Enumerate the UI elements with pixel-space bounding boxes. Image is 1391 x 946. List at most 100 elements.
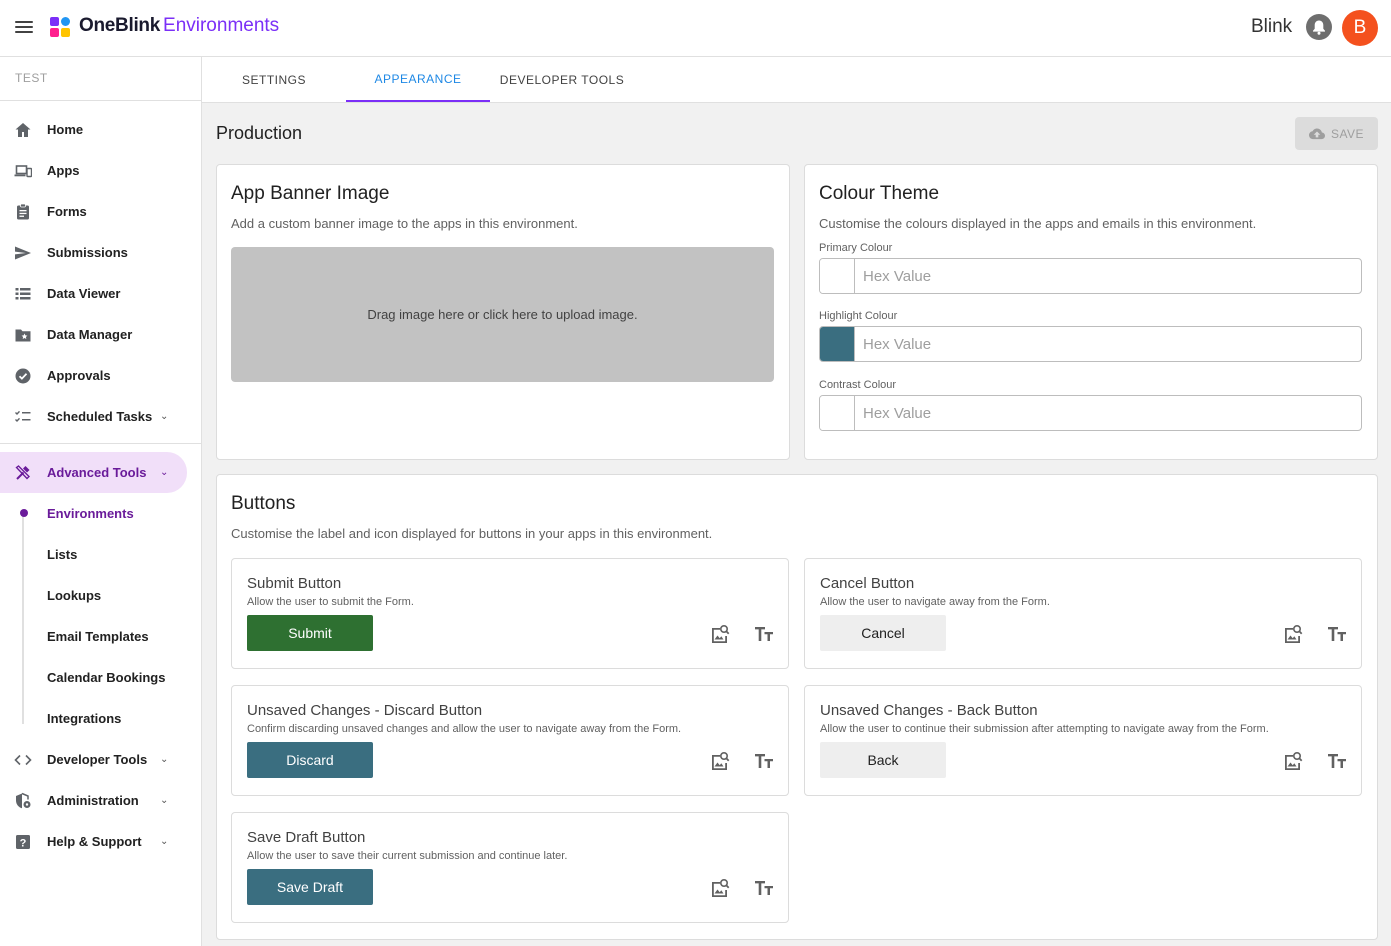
list-icon	[15, 288, 31, 300]
text-size-icon[interactable]	[753, 877, 775, 899]
text-size-icon[interactable]	[1326, 623, 1348, 645]
top-app-bar: OneBlink Environments Blink B	[0, 0, 1391, 57]
tab-appearance[interactable]: APPEARANCE	[346, 57, 490, 102]
devices-icon	[14, 165, 32, 178]
config-title: Submit Button	[247, 575, 342, 592]
text-size-icon[interactable]	[1326, 750, 1348, 772]
save-button[interactable]: SAVE	[1295, 117, 1378, 150]
sidebar-item-administration[interactable]: Administration ⌄	[0, 780, 187, 821]
admin-shield-icon	[16, 792, 31, 809]
sidebar-item-label: Data Viewer	[47, 286, 121, 301]
organisation-name: Blink	[1251, 16, 1293, 37]
submit-preview-button[interactable]: Submit	[247, 615, 373, 651]
sidebar-item-label: Email Templates	[47, 629, 149, 644]
sidebar-item-submissions[interactable]: Submissions	[0, 232, 187, 273]
sidebar-item-data-viewer[interactable]: Data Viewer	[0, 273, 187, 314]
sidebar-item-lists[interactable]: Lists	[0, 534, 187, 575]
sidebar-item-label: Approvals	[47, 368, 111, 383]
checklist-icon	[15, 410, 31, 422]
sidebar-item-lookups[interactable]: Lookups	[0, 575, 187, 616]
image-search-icon[interactable]	[709, 750, 731, 772]
code-icon	[14, 754, 32, 766]
config-description: Confirm discarding unsaved changes and a…	[247, 723, 682, 735]
environment-tabs: SETTINGS APPEARANCE DEVELOPER TOOLS	[202, 57, 1391, 103]
contrast-colour-swatch[interactable]	[820, 396, 855, 430]
notifications-bell-icon[interactable]	[1306, 14, 1332, 40]
sidebar-item-apps[interactable]: Apps	[0, 150, 187, 191]
contrast-colour-field	[819, 395, 1362, 431]
image-search-icon[interactable]	[709, 877, 731, 899]
text-size-icon[interactable]	[753, 750, 775, 772]
tab-settings[interactable]: SETTINGS	[202, 57, 346, 102]
sidebar-item-forms[interactable]: Forms	[0, 191, 187, 232]
contrast-colour-input[interactable]	[856, 396, 1361, 430]
primary-colour-swatch[interactable]	[820, 259, 855, 293]
sidebar-item-label: Data Manager	[47, 327, 133, 342]
config-description: Allow the user to submit the Form.	[247, 596, 414, 608]
back-preview-button[interactable]: Back	[820, 742, 946, 778]
tab-developer-tools[interactable]: DEVELOPER TOOLS	[490, 57, 634, 102]
home-icon	[15, 123, 31, 137]
chevron-down-icon: ⌄	[160, 836, 169, 847]
sidebar-item-home[interactable]: Home	[0, 109, 187, 150]
highlight-colour-field	[819, 326, 1362, 362]
highlight-colour-swatch[interactable]	[820, 327, 855, 361]
colour-theme-title: Colour Theme	[819, 183, 940, 204]
sidebar-item-label: Environments	[47, 506, 134, 521]
cancel-button-config: Cancel Button Allow the user to navigate…	[804, 558, 1362, 669]
sidebar-item-label: Scheduled Tasks	[47, 409, 153, 424]
save-draft-button-config: Save Draft Button Allow the user to save…	[231, 812, 789, 923]
primary-colour-field	[819, 258, 1362, 294]
sidebar-item-calendar-bookings[interactable]: Calendar Bookings	[0, 657, 187, 698]
sidebar-item-data-manager[interactable]: Data Manager	[0, 314, 187, 355]
config-description: Allow the user to continue their submiss…	[820, 723, 1269, 735]
sidebar-item-label: Lookups	[47, 588, 102, 603]
discard-preview-button[interactable]: Discard	[247, 742, 373, 778]
sidebar-item-label: Forms	[47, 204, 87, 219]
config-title: Cancel Button	[820, 575, 915, 592]
sidebar-item-integrations[interactable]: Integrations	[0, 698, 187, 739]
config-description: Allow the user to save their current sub…	[247, 850, 568, 862]
sidebar-item-label: Apps	[47, 163, 80, 178]
environment-label: TEST	[15, 71, 48, 85]
sidebar-item-help-support[interactable]: ? Help & Support ⌄	[0, 821, 187, 862]
banner-card-description: Add a custom banner image to the apps in…	[231, 216, 578, 231]
sidebar-item-developer-tools[interactable]: Developer Tools ⌄	[0, 739, 187, 780]
brand-name: OneBlink	[79, 15, 161, 36]
sidebar-item-label: Calendar Bookings	[47, 670, 166, 685]
colour-theme-description: Customise the colours displayed in the a…	[819, 216, 1257, 231]
chevron-down-icon: ⌄	[160, 411, 169, 422]
menu-icon[interactable]	[14, 18, 34, 38]
image-search-icon[interactable]	[709, 623, 731, 645]
image-search-icon[interactable]	[1282, 750, 1304, 772]
tools-icon	[15, 465, 30, 480]
text-size-icon[interactable]	[753, 623, 775, 645]
image-search-icon[interactable]	[1282, 623, 1304, 645]
sidebar-item-environments[interactable]: Environments	[0, 493, 187, 534]
highlight-colour-label: Highlight Colour	[819, 310, 898, 322]
sidebar-item-approvals[interactable]: Approvals	[0, 355, 187, 396]
banner-card-title: App Banner Image	[231, 183, 390, 204]
svg-text:?: ?	[20, 837, 27, 849]
app-brand: OneBlink Environments	[79, 15, 279, 37]
primary-colour-input[interactable]	[856, 259, 1361, 293]
cancel-preview-button[interactable]: Cancel	[820, 615, 946, 651]
chevron-down-icon: ⌄	[160, 795, 169, 806]
highlight-colour-input[interactable]	[856, 327, 1361, 361]
user-avatar[interactable]: B	[1342, 10, 1378, 46]
sidebar-item-advanced-tools[interactable]: Advanced Tools ⌄	[0, 452, 187, 493]
sidebar-item-email-templates[interactable]: Email Templates	[0, 616, 187, 657]
sidebar-item-label: Integrations	[47, 711, 122, 726]
config-title: Unsaved Changes - Discard Button	[247, 702, 483, 719]
sidebar-item-label: Administration	[47, 793, 139, 808]
chevron-down-icon: ⌄	[160, 467, 169, 478]
sidebar-divider	[0, 100, 201, 101]
help-icon: ?	[16, 835, 30, 849]
brand-product: Environments	[163, 15, 280, 36]
config-title: Unsaved Changes - Back Button	[820, 702, 1038, 719]
sidebar-item-scheduled-tasks[interactable]: Scheduled Tasks ⌄	[0, 396, 187, 437]
send-icon	[15, 246, 31, 260]
save-draft-preview-button[interactable]: Save Draft	[247, 869, 373, 905]
banner-upload-dropzone[interactable]: Drag image here or click here to upload …	[231, 247, 774, 382]
cloud-upload-icon	[1308, 128, 1325, 139]
